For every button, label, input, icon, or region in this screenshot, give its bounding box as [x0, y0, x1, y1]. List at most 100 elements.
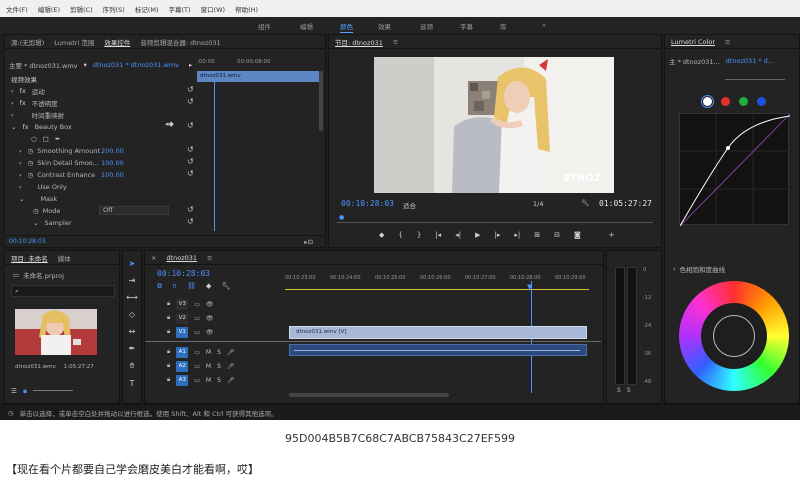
expand-icon[interactable]: › [11, 87, 14, 95]
hand-tool-icon[interactable]: ✋︎ [130, 361, 135, 371]
reset-icon[interactable]: ↺ [187, 157, 194, 166]
clip-thumbnail[interactable] [15, 309, 97, 355]
tab-lumetri-color[interactable]: Lumetri Color [671, 38, 715, 46]
close-icon[interactable]: × [151, 254, 156, 262]
microphone-icon[interactable]: 🎤︎ [227, 377, 235, 384]
channel-dot-3[interactable] [757, 97, 766, 106]
tab-lumetri-scopes[interactable]: Lumetri 范围 [54, 37, 94, 47]
reset-icon[interactable]: ↺ [187, 97, 194, 106]
panel-menu-icon[interactable]: ≡ [393, 38, 398, 46]
lock-icon[interactable]: 🔒︎ [167, 314, 170, 322]
sync-lock-icon[interactable]: ▭ [194, 329, 200, 336]
expand-icon[interactable]: › [19, 147, 22, 155]
video-clip[interactable]: dtnoz031.wmv [V] [289, 326, 587, 339]
track-header[interactable]: 🔒︎ A3 ▭ M S 🎤︎ [167, 373, 235, 387]
track-target-button[interactable]: V3 [176, 298, 189, 310]
stopwatch-icon[interactable]: ◷ [28, 171, 34, 179]
collapse-icon[interactable]: ⌄ [19, 195, 24, 203]
play-only-icon[interactable]: ▸ [189, 61, 192, 69]
menu-item-7[interactable]: 帮助(H) [235, 4, 258, 14]
menu-item-6[interactable]: 窗口(W) [201, 4, 226, 14]
track-target-button[interactable]: V2 [176, 312, 189, 324]
effect-clip-bar[interactable]: dtnoz031.wmv [197, 71, 319, 82]
lock-icon[interactable]: 🔒︎ [167, 300, 170, 308]
menu-item-5[interactable]: 字幕(T) [169, 4, 191, 14]
sync-lock-icon[interactable]: ▭ [194, 377, 200, 384]
mute-button[interactable]: M [206, 349, 211, 356]
wrench-icon[interactable]: 🔧︎ [221, 282, 230, 291]
reset-icon[interactable]: ↺ [187, 169, 194, 178]
lift-icon[interactable]: ⊞ [534, 231, 540, 243]
extract-icon[interactable]: ⊟ [554, 231, 560, 243]
track-target-button[interactable]: V1 [176, 326, 189, 338]
workspace-audio[interactable]: 音频 [420, 21, 433, 31]
program-current-timecode[interactable]: 00:10:28:03 [341, 199, 394, 208]
step-back-icon[interactable]: ◂| [455, 231, 461, 243]
video-frame[interactable]: 2TNOZ [374, 57, 614, 193]
audio-clip[interactable] [289, 344, 587, 356]
tab-effect-controls[interactable]: 效果控件 [104, 37, 130, 47]
linked-selection-icon[interactable]: ⛓︎ [187, 282, 196, 291]
expand-icon[interactable]: › [19, 183, 22, 191]
playhead-handle-icon[interactable]: ▼ [527, 283, 532, 291]
workspace-captions[interactable]: 字幕 [460, 21, 473, 31]
type-tool-icon[interactable]: T [130, 379, 135, 388]
lumetri-sequence-label[interactable]: dtnoz031 * d... [726, 57, 774, 65]
program-scrubber[interactable]: ● [337, 214, 653, 223]
sync-lock-icon[interactable]: ▭ [194, 349, 200, 356]
hue-wheel[interactable] [679, 281, 789, 391]
tab-sequence[interactable]: dtnoz031 [166, 254, 197, 262]
wrench-icon[interactable]: 🔧︎ [581, 199, 589, 207]
timeline-scrollbar[interactable] [289, 393, 449, 397]
lock-icon[interactable]: 🔒︎ [167, 328, 170, 336]
smoothing-value[interactable]: 200.00 [101, 147, 124, 155]
workspace-edit[interactable]: 编辑 [300, 21, 313, 31]
contrast-value[interactable]: 100.00 [101, 171, 124, 179]
ripple-edit-tool-icon[interactable]: ⟷ [126, 293, 137, 302]
timeline-ruler[interactable]: 00:10:23:00 00:10:24:00 00:10:25:00 00:10:2… [285, 275, 586, 287]
zoom-slider[interactable] [33, 390, 74, 391]
add-marker-icon[interactable]: ◆ [379, 231, 384, 243]
sequence-clip-label[interactable]: dtnoz031 * dtnoz031.wmv [93, 61, 179, 69]
track-header[interactable]: 🔒︎ V1 ▭ 👁︎ [167, 325, 214, 339]
chevron-down-icon[interactable]: ▾ [84, 61, 87, 69]
chevron-right-icon[interactable]: › [673, 265, 676, 273]
snap-icon[interactable]: ∩ [172, 282, 177, 291]
track-header[interactable]: 🔒︎ A2 ▭ M S 🎤︎ [167, 359, 235, 373]
tab-source[interactable]: 源:(无剪辑) [11, 37, 44, 47]
project-search-input[interactable]: ⌕ [11, 285, 115, 297]
lumetri-master-label[interactable]: 主 * dtnoz031... [669, 56, 720, 66]
pen-mask-icon[interactable]: ✒ [55, 135, 60, 143]
channel-dot-2[interactable] [739, 97, 748, 106]
tab-audio-mixer[interactable]: 音频剪辑混合器: dtnoz031 [140, 37, 220, 47]
step-forward-icon[interactable]: |▸ [494, 231, 500, 243]
track-target-button[interactable]: A1 [176, 346, 189, 358]
go-to-out-icon[interactable]: ▸| [514, 231, 520, 243]
tab-media[interactable]: 媒体 [58, 253, 71, 263]
timeline-timecode[interactable]: 00:10:28:03 [157, 269, 210, 278]
tab-project[interactable]: 项目: 未命名 [11, 253, 48, 263]
microphone-icon[interactable]: 🎤︎ [227, 349, 235, 356]
opacity-row[interactable]: › fx 不透明度 [11, 97, 58, 108]
menu-item-0[interactable]: 文件(F) [6, 4, 28, 14]
workspace-effects[interactable]: 效果 [378, 21, 391, 31]
add-marker-icon[interactable]: ◆ [206, 282, 211, 291]
expand-icon[interactable]: › [11, 111, 14, 119]
lock-icon[interactable]: 🔒︎ [167, 348, 170, 356]
sync-lock-icon[interactable]: ▭ [194, 363, 200, 370]
pen-tool-icon[interactable]: ✒ [129, 344, 136, 353]
menu-item-4[interactable]: 标记(M) [135, 4, 159, 14]
work-area-bar[interactable] [285, 289, 589, 290]
ellipse-mask-icon[interactable]: ○ [31, 135, 37, 143]
track-header[interactable]: 🔒︎ V3 ▭ 👁︎ [167, 297, 214, 311]
effect-timecode[interactable]: 00:10:28:03 [9, 238, 46, 245]
skin-detail-value[interactable]: 100.00 [101, 159, 124, 167]
sync-lock-icon[interactable]: ▭ [194, 315, 200, 322]
mute-button[interactable]: M [206, 377, 211, 384]
workspace-libraries[interactable]: 库 [500, 21, 507, 31]
rgb-curves-graph[interactable] [679, 113, 791, 227]
razor-tool-icon[interactable]: ◇ [129, 310, 135, 319]
rectangle-mask-icon[interactable]: □ [43, 135, 49, 143]
hsl-section-row[interactable]: › 色相饱和度曲线 [673, 263, 725, 274]
reset-icon[interactable]: ↺ [187, 217, 194, 226]
